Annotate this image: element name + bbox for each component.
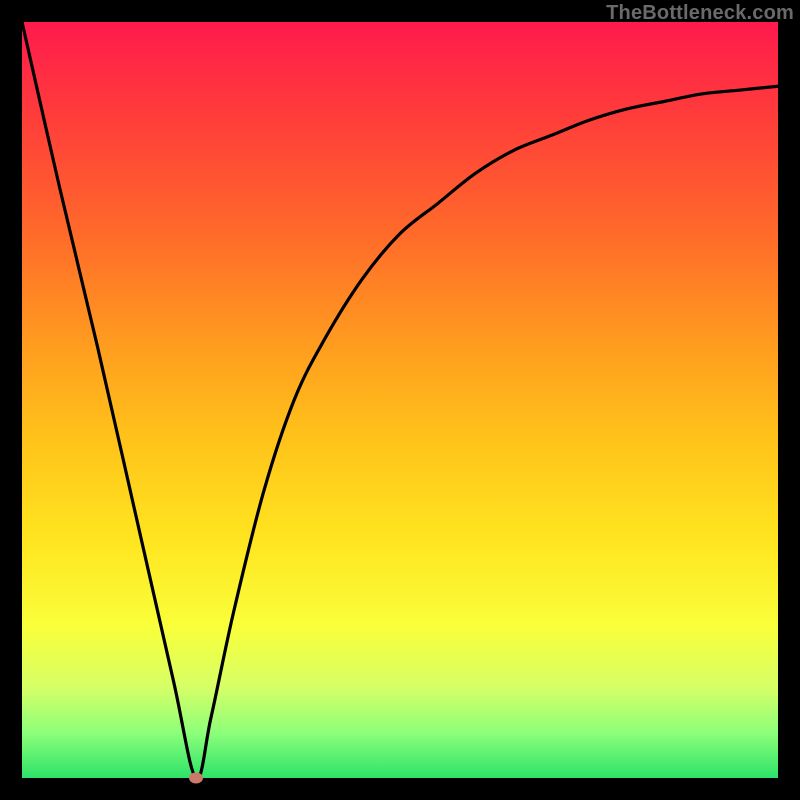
bottleneck-curve [22, 22, 778, 778]
watermark-label: TheBottleneck.com [606, 2, 794, 25]
minimum-marker [189, 773, 203, 784]
plot-area [22, 22, 778, 778]
chart-frame: TheBottleneck.com [0, 0, 800, 800]
